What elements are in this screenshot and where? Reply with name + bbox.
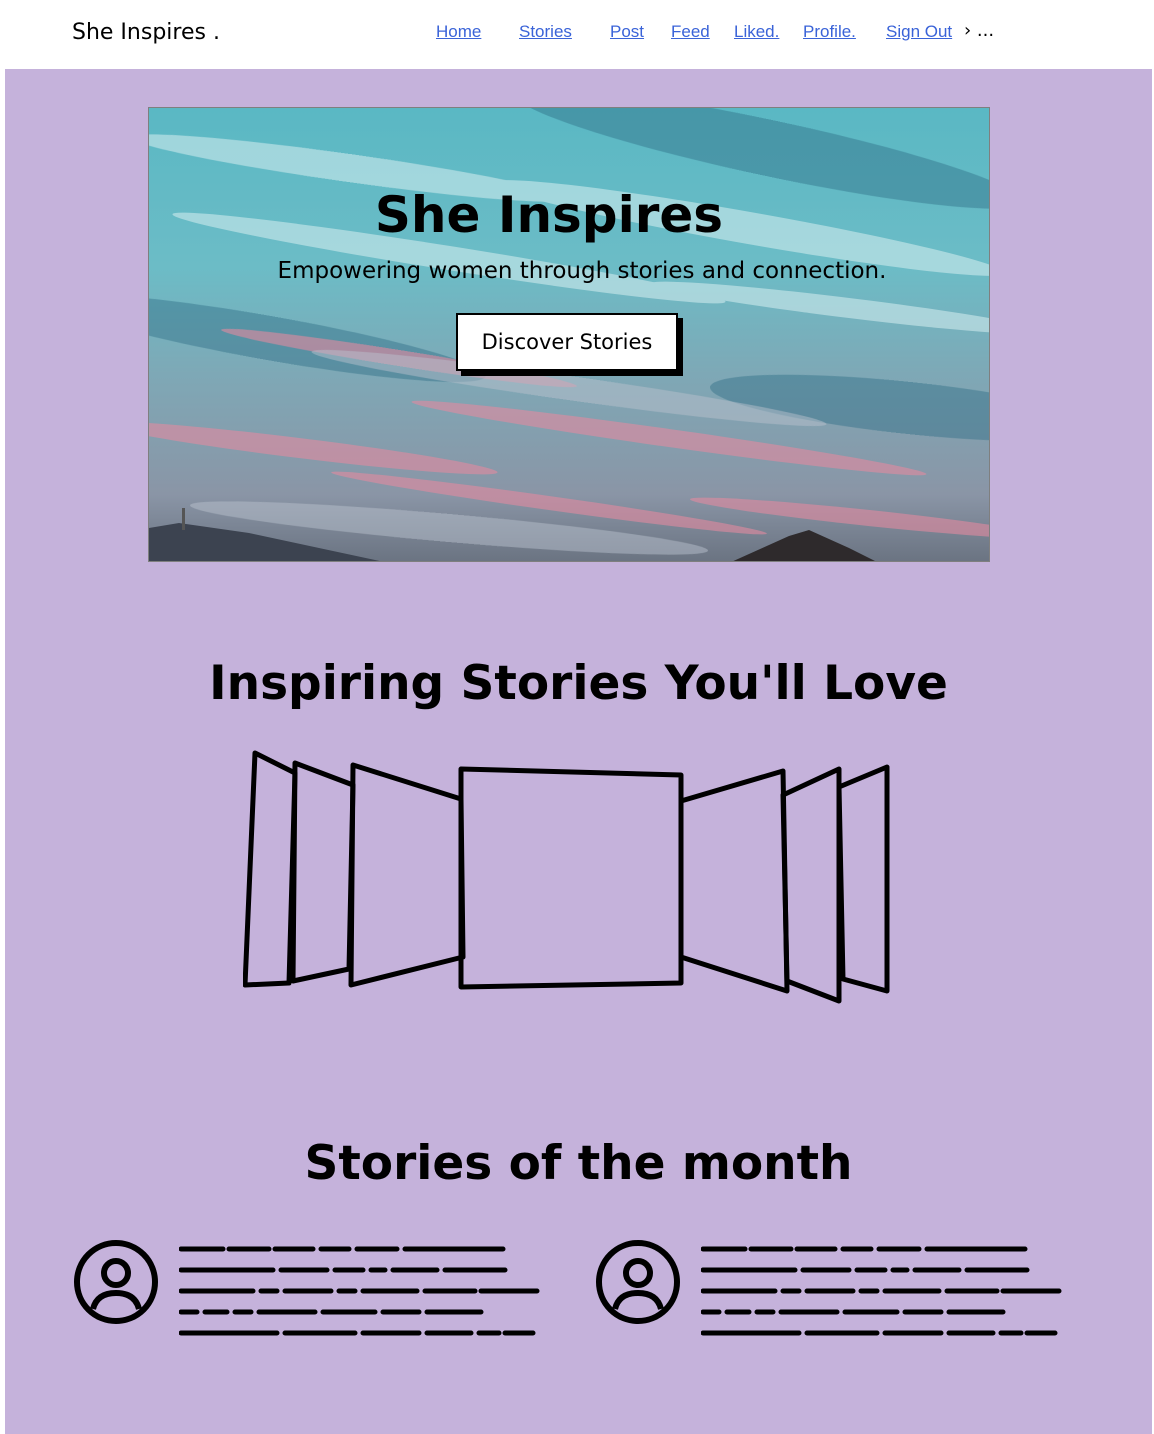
hero-subtitle: Empowering women through stories and con… bbox=[277, 258, 887, 284]
inspiring-stories-heading: Inspiring Stories You'll Love bbox=[209, 656, 948, 711]
story-text-placeholder bbox=[701, 1246, 1062, 1336]
nav-stories-link[interactable]: Stories bbox=[519, 22, 572, 42]
nav-feed-link[interactable]: Feed bbox=[671, 22, 710, 42]
nav-home-link[interactable]: Home bbox=[436, 22, 481, 42]
top-navbar: She Inspires . Home Stories Post Feed Li… bbox=[0, 0, 1154, 69]
carousel-card-left-1 bbox=[348, 762, 466, 988]
brand-logo[interactable]: She Inspires . bbox=[72, 20, 220, 45]
user-avatar-icon bbox=[74, 1240, 158, 1324]
carousel-card-left-3 bbox=[242, 750, 298, 988]
main-content: She Inspires Empowering women through st… bbox=[5, 69, 1152, 1434]
discover-stories-button[interactable]: Discover Stories bbox=[456, 313, 678, 371]
nav-profile-link[interactable]: Profile. bbox=[803, 22, 856, 42]
user-avatar-icon bbox=[596, 1240, 680, 1324]
nav-signout-link[interactable]: Sign Out bbox=[886, 22, 952, 42]
carousel-placeholder-icon[interactable] bbox=[242, 747, 903, 1021]
nav-post-link[interactable]: Post bbox=[610, 22, 644, 42]
story-text-placeholder bbox=[179, 1246, 540, 1336]
carousel-card-left-2 bbox=[290, 760, 356, 984]
nav-more-chevron-icon[interactable]: › ... bbox=[964, 20, 994, 41]
carousel-card-right-1 bbox=[678, 768, 790, 994]
carousel-card-center bbox=[458, 766, 684, 990]
nav-liked-link[interactable]: Liked. bbox=[734, 22, 779, 42]
carousel-card-right-3 bbox=[836, 764, 890, 994]
hero-banner: She Inspires Empowering women through st… bbox=[148, 107, 990, 562]
hero-title: She Inspires bbox=[374, 186, 724, 244]
carousel-card-right-2 bbox=[780, 766, 842, 1004]
stories-of-month-heading: Stories of the month bbox=[304, 1136, 853, 1191]
